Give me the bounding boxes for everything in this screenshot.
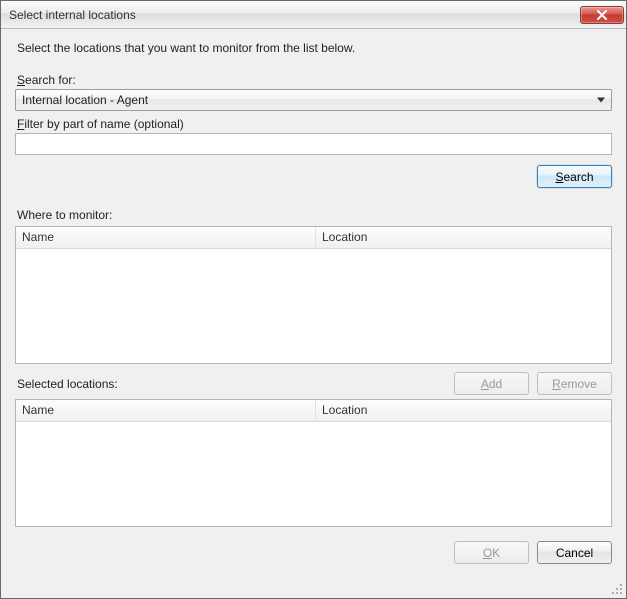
where-to-monitor-label: Where to monitor: [17, 208, 612, 222]
search-button[interactable]: Search [537, 165, 612, 188]
dialog-content: Select the locations that you want to mo… [1, 29, 626, 598]
filter-input[interactable] [15, 133, 612, 155]
search-button-text: earch [563, 170, 593, 184]
search-for-accel: S [17, 73, 25, 87]
window-title: Select internal locations [9, 8, 580, 22]
ok-button-text: K [492, 546, 500, 560]
search-for-value: Internal location - Agent [22, 93, 148, 107]
search-for-label-text: earch for: [25, 73, 76, 87]
chevron-down-icon [597, 98, 605, 103]
remove-button[interactable]: Remove [537, 372, 612, 395]
filter-label-text: ilter by part of name (optional) [24, 117, 183, 131]
selected-locations-label: Selected locations: [17, 377, 454, 391]
dialog-footer: OK Cancel [15, 541, 612, 564]
monitor-col-location[interactable]: Location [316, 227, 611, 248]
dialog-window: Select internal locations Select the loc… [0, 0, 627, 599]
remove-button-accel: R [552, 377, 561, 391]
selected-col-name[interactable]: Name [16, 400, 316, 421]
add-button[interactable]: Add [454, 372, 529, 395]
resize-grip[interactable] [609, 581, 623, 595]
filter-label: Filter by part of name (optional) [17, 117, 612, 131]
monitor-col-name[interactable]: Name [16, 227, 316, 248]
add-button-text: dd [489, 377, 502, 391]
titlebar: Select internal locations [1, 1, 626, 29]
cancel-button[interactable]: Cancel [537, 541, 612, 564]
monitor-listview[interactable]: Name Location [15, 226, 612, 364]
monitor-list-header: Name Location [16, 227, 611, 249]
ok-button[interactable]: OK [454, 541, 529, 564]
selected-listview[interactable]: Name Location [15, 399, 612, 527]
selected-list-body [16, 422, 611, 526]
selected-locations-row: Selected locations: Add Remove [15, 372, 612, 395]
instruction-text: Select the locations that you want to mo… [17, 41, 612, 55]
close-button[interactable] [580, 6, 624, 24]
cancel-button-text: Cancel [556, 546, 593, 560]
remove-button-text: emove [561, 377, 597, 391]
resize-grip-icon [609, 581, 623, 595]
ok-button-accel: O [483, 546, 492, 560]
selected-list-header: Name Location [16, 400, 611, 422]
add-button-accel: A [481, 377, 489, 391]
monitor-list-body [16, 249, 611, 363]
search-for-label: Search for: [17, 73, 612, 87]
close-icon [596, 10, 608, 20]
selected-col-location[interactable]: Location [316, 400, 611, 421]
add-remove-group: Add Remove [454, 372, 612, 395]
search-for-combo[interactable]: Internal location - Agent [15, 89, 612, 111]
search-button-row: Search [15, 165, 612, 188]
